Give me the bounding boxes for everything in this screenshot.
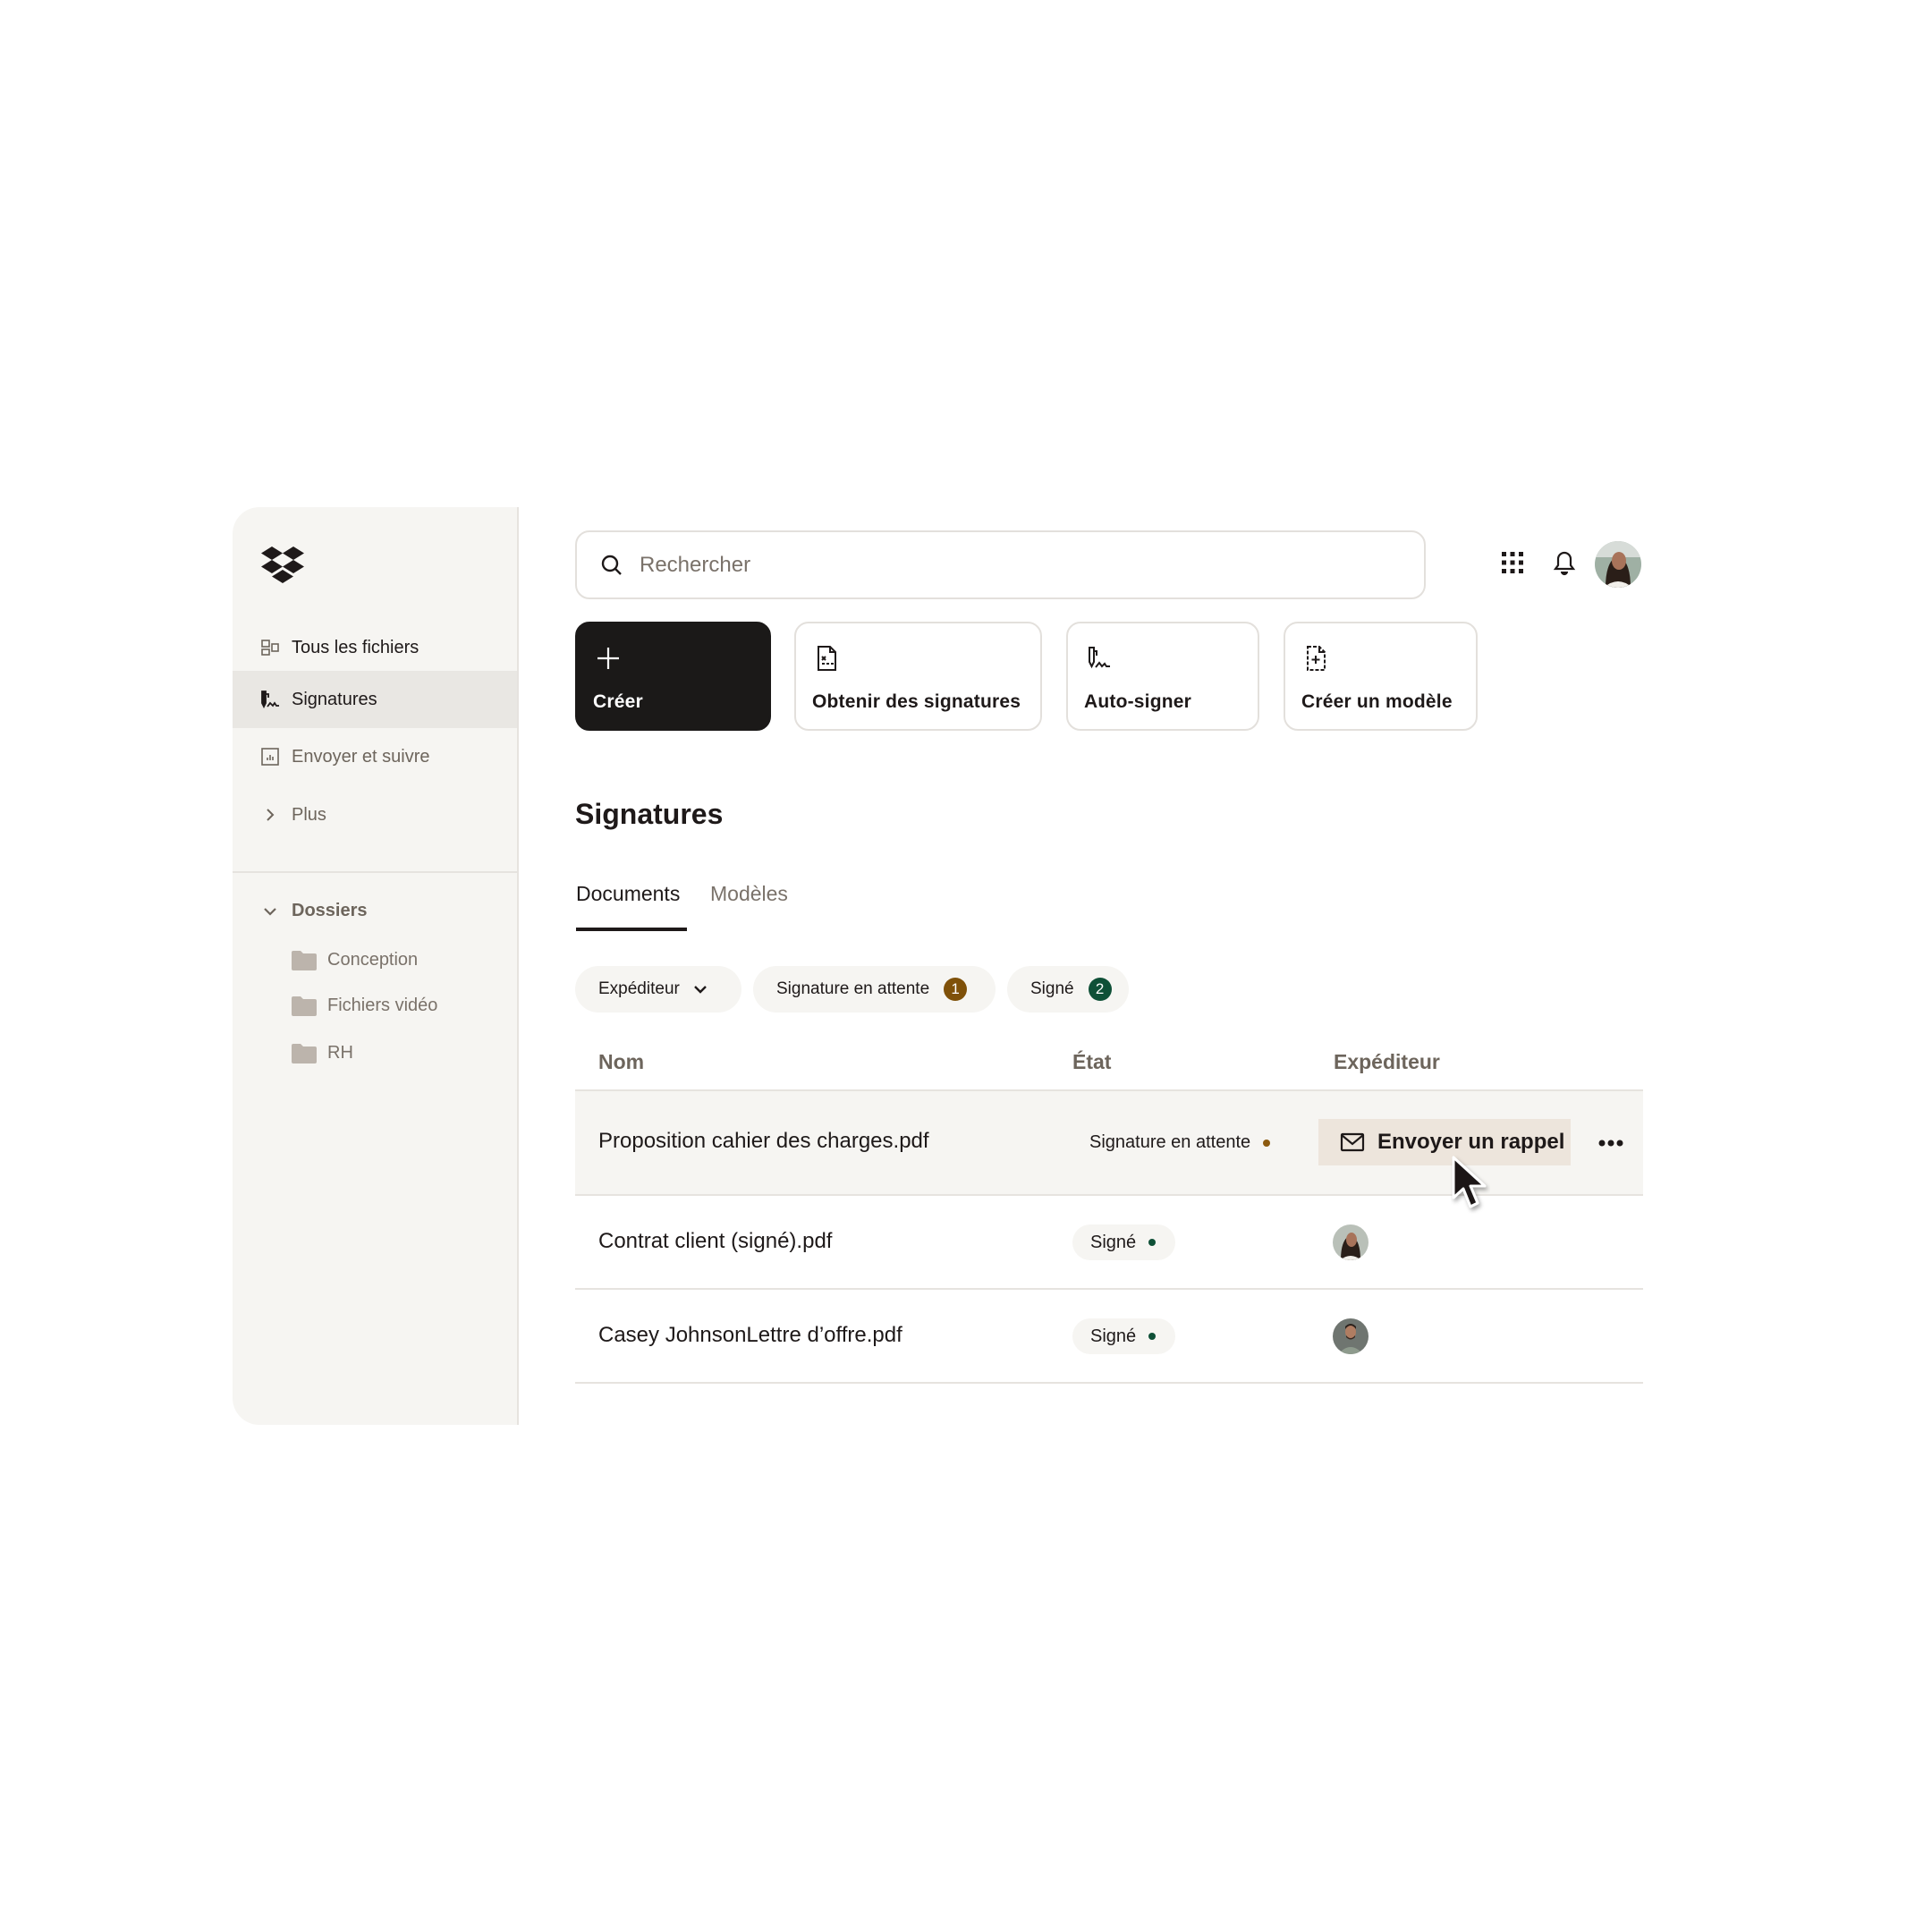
more-options-button[interactable] bbox=[1591, 1130, 1631, 1157]
folder-item[interactable]: Fichiers vidéo bbox=[292, 996, 437, 1016]
folder-item[interactable]: RH bbox=[292, 1043, 353, 1063]
dropbox-logo-icon[interactable] bbox=[261, 547, 304, 584]
notifications-button[interactable] bbox=[1549, 547, 1580, 578]
sender-avatar[interactable] bbox=[1333, 1318, 1368, 1354]
table-row[interactable]: Contrat client (signé).pdf Signé bbox=[575, 1196, 1643, 1288]
sidebar-item-label: Plus bbox=[292, 804, 326, 825]
sidebar: Tous les fichiers Signatures Envoyer et … bbox=[233, 507, 519, 1425]
file-name[interactable]: Contrat client (signé).pdf bbox=[598, 1229, 832, 1254]
chevron-down-icon bbox=[259, 906, 281, 917]
status-label: Signature en attente bbox=[1089, 1132, 1271, 1153]
sidebar-item-all-files[interactable]: Tous les fichiers bbox=[233, 619, 517, 676]
signed-filter-chip[interactable]: Signé 2 bbox=[1007, 966, 1129, 1013]
sidebar-item-signatures[interactable]: Signatures bbox=[233, 671, 517, 728]
signed-count-badge: 2 bbox=[1088, 978, 1112, 1001]
chevron-down-icon bbox=[693, 986, 707, 994]
column-header-sender[interactable]: Expéditeur bbox=[1334, 1050, 1440, 1074]
pending-filter-label: Signature en attente bbox=[776, 979, 930, 998]
sidebar-divider bbox=[233, 871, 517, 873]
folder-icon bbox=[292, 996, 317, 1016]
mail-icon bbox=[1340, 1132, 1365, 1152]
signature-icon bbox=[259, 689, 281, 710]
row-divider bbox=[575, 1382, 1643, 1384]
tab-documents[interactable]: Documents bbox=[576, 882, 680, 906]
bell-icon bbox=[1553, 551, 1576, 576]
sidebar-item-more[interactable]: Plus bbox=[233, 786, 517, 843]
folder-label: RH bbox=[327, 1043, 353, 1063]
create-template-button[interactable]: Créer un modèle bbox=[1284, 622, 1478, 731]
template-add-icon bbox=[1307, 646, 1326, 671]
send-reminder-label: Envoyer un rappel bbox=[1377, 1130, 1565, 1154]
status-text: Signé bbox=[1090, 1232, 1137, 1252]
sender-filter-dropdown[interactable]: Expéditeur bbox=[575, 966, 741, 1013]
sidebar-item-label: Envoyer et suivre bbox=[292, 746, 430, 767]
document-signature-icon bbox=[818, 646, 836, 671]
file-name[interactable]: Proposition cahier des charges.pdf bbox=[598, 1129, 929, 1154]
pending-status-dot bbox=[1263, 1139, 1271, 1147]
sender-avatar[interactable] bbox=[1333, 1224, 1368, 1260]
sidebar-item-send-track[interactable]: Envoyer et suivre bbox=[233, 728, 517, 785]
search-input[interactable] bbox=[640, 552, 1373, 578]
search-bar[interactable] bbox=[575, 530, 1426, 599]
status-pill: Signé bbox=[1072, 1224, 1176, 1260]
sender-filter-label: Expéditeur bbox=[598, 979, 680, 998]
folder-icon bbox=[292, 950, 317, 970]
search-icon bbox=[601, 555, 622, 575]
signed-status-dot bbox=[1148, 1239, 1157, 1246]
folder-item[interactable]: Conception bbox=[292, 950, 418, 970]
table-row[interactable]: Casey JohnsonLettre d’offre.pdf Signé bbox=[575, 1290, 1643, 1382]
chevron-right-icon bbox=[259, 804, 281, 826]
get-signatures-label: Obtenir des signatures bbox=[812, 691, 1021, 712]
self-sign-icon bbox=[1089, 647, 1110, 669]
folders-section-toggle[interactable]: Dossiers bbox=[259, 901, 368, 921]
plus-icon bbox=[597, 648, 619, 669]
self-sign-button[interactable]: Auto-signer bbox=[1066, 622, 1259, 731]
apps-grid-button[interactable] bbox=[1497, 547, 1528, 578]
create-button[interactable]: Créer bbox=[575, 622, 771, 731]
send-track-icon bbox=[259, 746, 281, 767]
tab-templates[interactable]: Modèles bbox=[710, 882, 788, 906]
get-signatures-button[interactable]: Obtenir des signatures bbox=[794, 622, 1042, 731]
user-avatar[interactable] bbox=[1595, 541, 1641, 588]
folder-label: Fichiers vidéo bbox=[327, 996, 438, 1015]
active-tab-indicator bbox=[576, 928, 687, 931]
folder-label: Conception bbox=[327, 950, 419, 970]
column-header-status[interactable]: État bbox=[1072, 1050, 1111, 1074]
folder-icon bbox=[292, 1043, 317, 1063]
send-reminder-button[interactable]: Envoyer un rappel bbox=[1318, 1119, 1571, 1165]
status-text: Signé bbox=[1090, 1326, 1137, 1346]
file-name[interactable]: Casey JohnsonLettre d’offre.pdf bbox=[598, 1323, 902, 1348]
table-row[interactable]: Proposition cahier des charges.pdf Signa… bbox=[575, 1091, 1643, 1194]
more-horizontal-icon bbox=[1598, 1140, 1623, 1147]
sidebar-item-label: Signatures bbox=[292, 689, 377, 709]
page-title: Signatures bbox=[575, 798, 724, 830]
status-pill: Signé bbox=[1072, 1318, 1176, 1354]
apps-grid-icon bbox=[1502, 552, 1523, 573]
sidebar-item-label: Tous les fichiers bbox=[292, 637, 419, 657]
create-button-label: Créer bbox=[593, 691, 643, 712]
signed-filter-label: Signé bbox=[1030, 979, 1074, 998]
signed-status-dot bbox=[1148, 1333, 1157, 1340]
pending-filter-chip[interactable]: Signature en attente 1 bbox=[753, 966, 996, 1013]
column-header-name[interactable]: Nom bbox=[598, 1050, 644, 1074]
create-template-label: Créer un modèle bbox=[1301, 691, 1453, 712]
status-text: Signature en attente bbox=[1089, 1132, 1251, 1152]
folders-header-label: Dossiers bbox=[292, 901, 368, 920]
pending-count-badge: 1 bbox=[944, 978, 968, 1001]
all-files-icon bbox=[259, 637, 281, 658]
self-sign-label: Auto-signer bbox=[1084, 691, 1192, 712]
